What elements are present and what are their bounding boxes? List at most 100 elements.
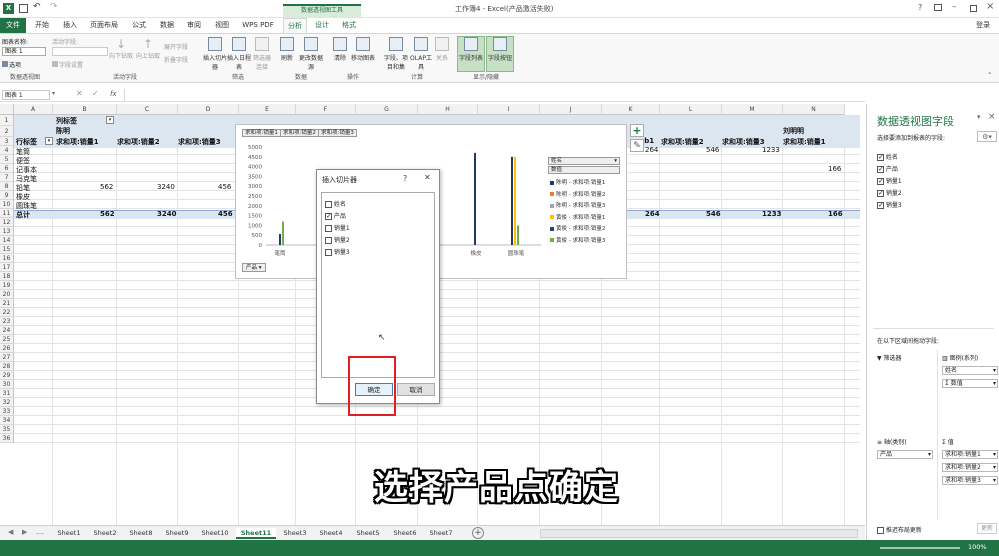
collapse-ribbon-icon[interactable]: ˄ [988,72,992,80]
value-field-sales2[interactable]: 求和项:销量2 ▾ [942,463,998,472]
legend-field-name[interactable]: 姓名 ▾ [942,366,998,375]
value-field-sales1[interactable]: 求和项:销量1 ▾ [942,450,998,459]
row-header[interactable]: 12 [0,218,14,227]
slicer-field-row-name[interactable]: 姓名 [325,199,346,208]
zoom-slider[interactable] [880,547,960,549]
drill-up-button[interactable]: ↑ 向上钻取 [135,37,161,60]
legend-field-values[interactable]: Σ 数值 ▾ [942,379,998,388]
maximize-icon[interactable] [970,5,977,12]
slicer-field-row-sales2[interactable]: 销量2 [325,235,350,244]
row-header[interactable]: 5 [0,155,14,164]
pane-field-sales3[interactable]: ✓ 销量3 [877,200,902,209]
ribbon-display-icon[interactable] [934,4,942,11]
row-header[interactable]: 36 [0,434,14,443]
field-buttons-button[interactable]: 字段按钮 [486,36,514,72]
row-header[interactable]: 23 [0,317,14,326]
dialog-close-button[interactable]: ✕ [424,173,431,182]
column-header[interactable]: J [540,104,602,115]
tab-page-layout[interactable]: 页面布局 [86,18,122,33]
sheet-tab[interactable]: Sheet5 [350,528,386,539]
legend-field-button-name[interactable]: 姓名 ▾ [548,157,620,165]
axis-field-button[interactable]: 产品 ▾ [242,263,266,272]
field-list-button[interactable]: 字段列表 [457,36,485,72]
row-header[interactable]: 26 [0,344,14,353]
sheet-tab[interactable]: Sheet1 [52,528,86,539]
expand-field-button[interactable]: 展开字段 [164,42,188,51]
sheet-tab[interactable]: Sheet9 [160,528,194,539]
value-field-sales3[interactable]: 求和项:销量3 ▾ [942,476,998,485]
row-header[interactable]: 15 [0,245,14,254]
tab-file[interactable]: 文件 [0,18,26,33]
row-header[interactable]: 35 [0,425,14,434]
col-label-filter-button[interactable]: ▾ [106,116,114,124]
row-header[interactable]: 30 [0,380,14,389]
next-sheet-icon[interactable]: ▶ [22,528,27,536]
row-header[interactable]: 8 [0,182,14,191]
save-icon[interactable] [19,4,28,13]
column-header[interactable]: E [239,104,296,115]
column-header[interactable]: L [660,104,722,115]
fields-items-button[interactable]: 字段、项目和集 [382,37,410,71]
insert-timeline-button[interactable]: 插入日程表 [227,37,251,71]
row-header[interactable]: 13 [0,227,14,236]
row-header[interactable]: 17 [0,263,14,272]
pane-gear-button[interactable]: ⚙▾ [977,131,997,142]
legend-field-button-values[interactable]: 数值 [548,166,620,174]
collapse-field-button[interactable]: 折叠字段 [164,55,188,64]
slicer-field-row-product[interactable]: ✓ 产品 [325,211,346,220]
zoom-level[interactable]: 100% [968,543,987,551]
slicer-field-row-sales1[interactable]: 销量1 [325,223,350,232]
select-all-corner[interactable] [0,104,14,115]
tab-review[interactable]: 审阅 [182,18,206,33]
column-header[interactable]: A [14,104,53,115]
column-header[interactable]: G [356,104,418,115]
chart-elements-button[interactable]: + [630,124,644,137]
cancel-formula-icon[interactable]: ✕ [76,89,83,98]
refresh-button[interactable]: 刷新 [276,37,298,62]
tab-format[interactable]: 格式 [337,18,361,33]
olap-button[interactable]: OLAP工具 [410,37,432,71]
row-header[interactable]: 27 [0,353,14,362]
help-icon[interactable]: ? [918,3,922,12]
row-header[interactable]: 10 [0,200,14,209]
axis-field-product[interactable]: 产品 ▾ [877,450,933,459]
column-header[interactable]: B [53,104,117,115]
minimize-icon[interactable]: – [952,2,957,12]
pane-field-sales2[interactable]: ✓ 销量2 [877,188,902,197]
tab-view[interactable]: 视图 [210,18,234,33]
row-header[interactable]: 18 [0,272,14,281]
row-header[interactable]: 19 [0,281,14,290]
update-button[interactable]: 更新 [977,523,997,534]
tab-formulas[interactable]: 公式 [126,18,152,33]
horizontal-scrollbar[interactable] [540,529,858,538]
slicer-field-row-sales3[interactable]: 销量3 [325,247,350,256]
defer-update-row[interactable]: 推迟布局更新 [877,525,922,534]
pane-field-product[interactable]: ✓ 产品 [877,164,898,173]
row-header[interactable]: 32 [0,398,14,407]
column-header[interactable]: H [418,104,478,115]
relations-button[interactable]: 关系 [432,37,452,62]
more-sheets-icon[interactable]: … [36,527,44,536]
row-header[interactable]: 14 [0,236,14,245]
tab-insert[interactable]: 插入 [58,18,82,33]
row-header[interactable]: 31 [0,389,14,398]
pane-dropdown-icon[interactable]: ▾ [977,113,981,121]
row-header[interactable]: 20 [0,290,14,299]
row-header[interactable]: 29 [0,371,14,380]
filter-connections-button[interactable]: 筛选器连接 [251,37,273,71]
signin-link[interactable]: 登录 [972,18,994,33]
change-source-button[interactable]: 更改数据源 [298,37,324,71]
column-header[interactable]: N [783,104,845,115]
add-sheet-button[interactable]: + [472,527,484,539]
pane-field-sales1[interactable]: ✓ 销量1 [877,176,902,185]
drill-down-button[interactable]: ↓ 向下钻取 [108,37,134,60]
sheet-tab[interactable]: Sheet4 [314,528,348,539]
dialog-help-button[interactable]: ? [403,174,407,183]
name-box[interactable]: 图表 1 [2,90,50,100]
row-header[interactable]: 28 [0,362,14,371]
undo-icon[interactable]: ↶ [33,2,41,12]
formula-input[interactable] [124,89,862,101]
column-header[interactable]: F [296,104,356,115]
sheet-tab[interactable]: Sheet11 [236,528,276,539]
row-header[interactable]: 24 [0,326,14,335]
